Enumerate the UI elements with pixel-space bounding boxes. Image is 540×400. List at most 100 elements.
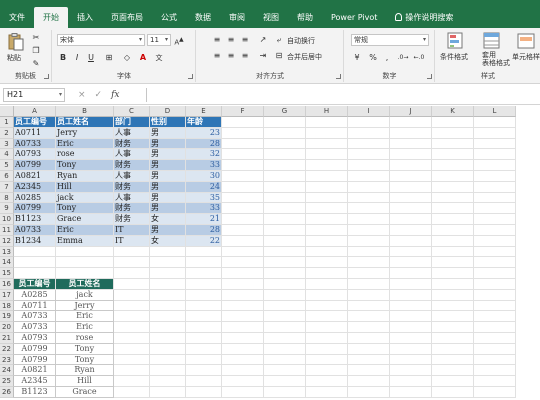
grid-cell[interactable]: [222, 365, 264, 377]
grid-cell[interactable]: [474, 181, 516, 193]
grid-cell[interactable]: [432, 268, 474, 279]
grid-cell[interactable]: [306, 365, 348, 377]
grid-cell[interactable]: [474, 192, 516, 204]
table2-cell[interactable]: A0711: [14, 300, 56, 312]
increase-font-icon[interactable]: A▲: [173, 34, 185, 46]
table1-header-cell[interactable]: 员工编号: [14, 117, 56, 128]
table1-cell[interactable]: 人事: [114, 149, 150, 161]
grid-cell[interactable]: [474, 279, 516, 290]
table1-cell[interactable]: 23: [186, 127, 222, 139]
table1-cell[interactable]: Hill: [56, 181, 114, 193]
table1-cell[interactable]: A0799: [14, 160, 56, 171]
table1-cell[interactable]: Tony: [56, 160, 114, 171]
grid-cell[interactable]: [432, 225, 474, 236]
grid-cell[interactable]: [56, 257, 114, 269]
grid-cell[interactable]: [474, 117, 516, 128]
table1-header-cell[interactable]: 年龄: [186, 117, 222, 128]
grid-cell[interactable]: [264, 279, 306, 290]
table1-cell[interactable]: 财务: [114, 181, 150, 193]
table2-header-cell[interactable]: 员工姓名: [56, 279, 114, 290]
table1-cell[interactable]: Eric: [56, 138, 114, 150]
table2-cell[interactable]: A0733: [14, 322, 56, 333]
grid-cell[interactable]: [474, 268, 516, 279]
grid-cell[interactable]: [306, 171, 348, 182]
grid-cell[interactable]: [306, 322, 348, 333]
grid-cell[interactable]: [150, 387, 186, 398]
table1-cell[interactable]: Ryan: [56, 171, 114, 182]
cancel-icon[interactable]: ×: [78, 88, 86, 102]
indent-icon[interactable]: ⇥: [257, 50, 269, 62]
grid-cell[interactable]: [474, 289, 516, 301]
table2-cell[interactable]: Ryan: [56, 365, 114, 377]
column-header-J[interactable]: J: [390, 106, 432, 117]
table2-cell[interactable]: B1123: [14, 387, 56, 398]
grid-cell[interactable]: [390, 300, 432, 312]
grid-cell[interactable]: [348, 225, 390, 236]
grid-cell[interactable]: [222, 160, 264, 171]
table1-cell[interactable]: 男: [150, 171, 186, 182]
grid-cell[interactable]: [186, 333, 222, 344]
table1-cell[interactable]: jack: [56, 192, 114, 204]
grid-cell[interactable]: [348, 127, 390, 139]
grid-cell[interactable]: [348, 246, 390, 258]
grid-cell[interactable]: [432, 246, 474, 258]
grid-cell[interactable]: [348, 117, 390, 128]
table1-cell[interactable]: 21: [186, 214, 222, 225]
table1-cell[interactable]: 22: [186, 235, 222, 247]
grid-cell[interactable]: [264, 311, 306, 323]
table1-cell[interactable]: 财务: [114, 214, 150, 225]
tab-10[interactable]: 操作说明搜索: [386, 7, 462, 28]
grid-cell[interactable]: [474, 376, 516, 387]
grid-cell[interactable]: [432, 300, 474, 312]
conditional-format-button[interactable]: 条件格式: [440, 52, 468, 62]
grid-cell[interactable]: [14, 268, 56, 279]
table1-cell[interactable]: A0799: [14, 203, 56, 215]
grid-cell[interactable]: [390, 354, 432, 366]
table1-cell[interactable]: 人事: [114, 192, 150, 204]
grid-cell[interactable]: [432, 365, 474, 377]
grid-cell[interactable]: [114, 343, 150, 355]
decrease-decimal-icon[interactable]: ←.0: [413, 52, 425, 64]
grid-cell[interactable]: [474, 343, 516, 355]
row-header-18[interactable]: 18: [0, 300, 14, 312]
grid-cell[interactable]: [306, 246, 348, 258]
grid-cell[interactable]: [306, 333, 348, 344]
grid-cell[interactable]: [222, 149, 264, 161]
grid-cell[interactable]: [348, 376, 390, 387]
formula-input[interactable]: [146, 88, 538, 102]
grid-cell[interactable]: [222, 192, 264, 204]
table1-cell[interactable]: B1123: [14, 214, 56, 225]
format-table-icon[interactable]: [482, 32, 502, 50]
grid-cell[interactable]: [474, 138, 516, 150]
table2-cell[interactable]: Grace: [56, 387, 114, 398]
row-header-8[interactable]: 8: [0, 192, 14, 204]
insert-function-icon[interactable]: fx: [111, 88, 119, 102]
table1-cell[interactable]: 男: [150, 181, 186, 193]
align-right-icon[interactable]: ≡: [239, 50, 251, 62]
grid-cell[interactable]: [150, 279, 186, 290]
merge-center-icon[interactable]: ⊟: [273, 50, 285, 62]
row-header-21[interactable]: 21: [0, 333, 14, 344]
copy-icon[interactable]: ❐: [30, 45, 42, 57]
grid-cell[interactable]: [114, 300, 150, 312]
grid-cell[interactable]: [348, 268, 390, 279]
currency-icon[interactable]: ¥: [351, 52, 363, 64]
table1-cell[interactable]: 男: [150, 127, 186, 139]
table1-cell[interactable]: 财务: [114, 203, 150, 215]
grid-cell[interactable]: [186, 289, 222, 301]
grid-cell[interactable]: [114, 322, 150, 333]
column-header-G[interactable]: G: [264, 106, 306, 117]
grid-cell[interactable]: [222, 268, 264, 279]
table1-cell[interactable]: 女: [150, 214, 186, 225]
grid-cell[interactable]: [186, 376, 222, 387]
tab-0[interactable]: 文件: [0, 7, 34, 28]
grid-cell[interactable]: [14, 246, 56, 258]
grid-cell[interactable]: [150, 311, 186, 323]
grid-cell[interactable]: [474, 160, 516, 171]
wrap-text-button[interactable]: 自动换行: [287, 36, 315, 46]
grid-cell[interactable]: [264, 333, 306, 344]
confirm-icon[interactable]: ✓: [95, 88, 103, 102]
grid-cell[interactable]: [264, 127, 306, 139]
grid-cell[interactable]: [432, 387, 474, 398]
grid-cell[interactable]: [150, 354, 186, 366]
